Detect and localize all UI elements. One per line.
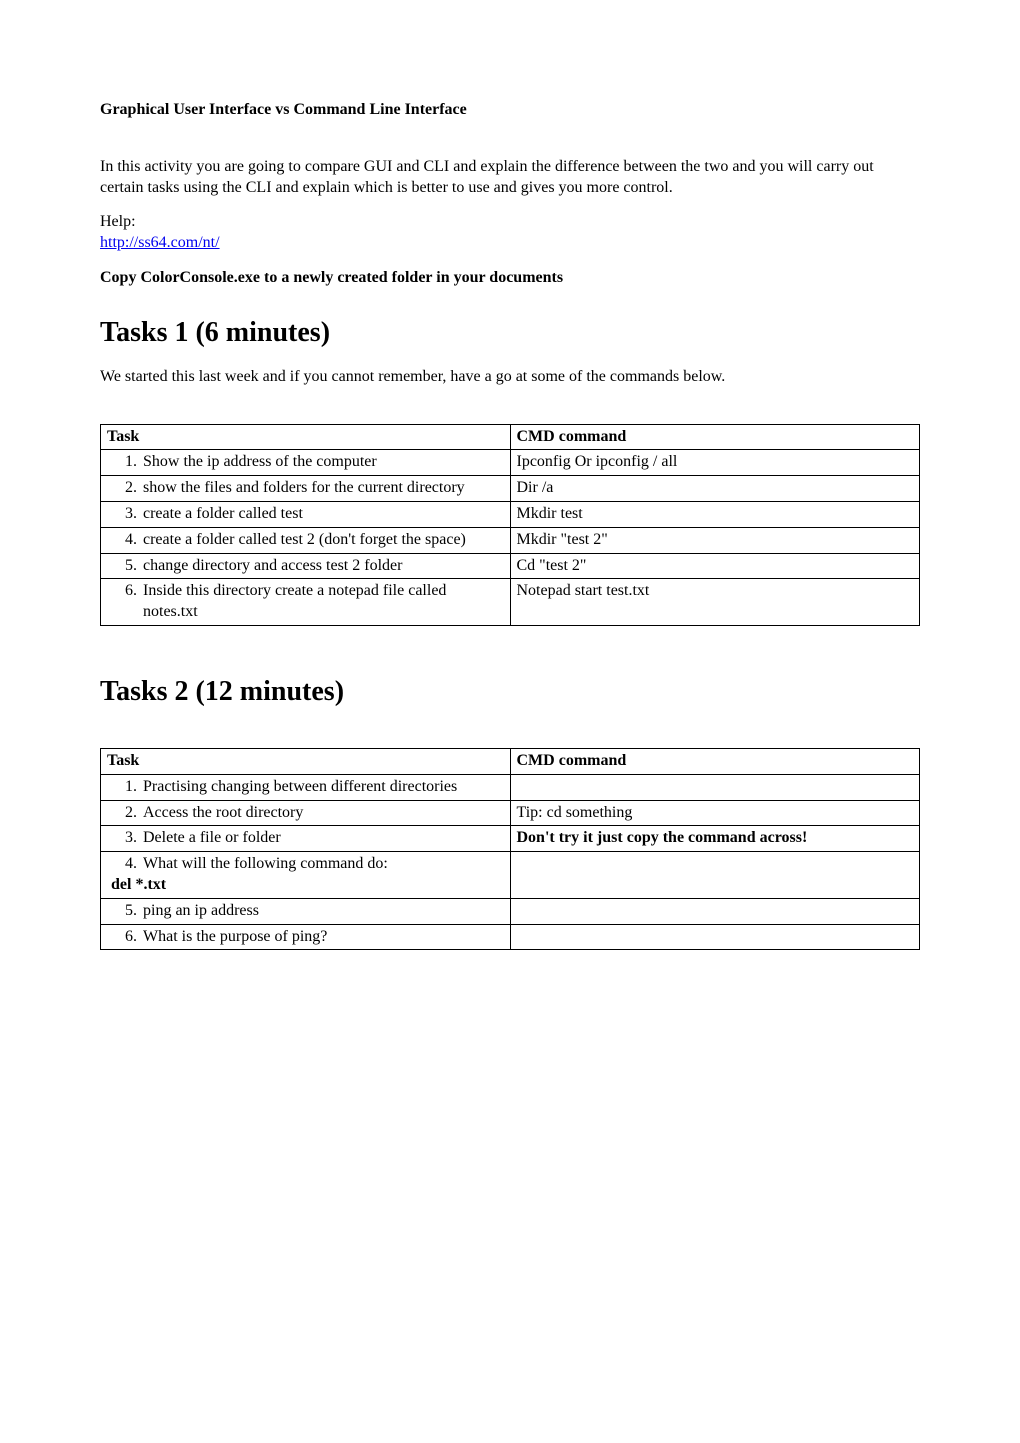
row-extra: del *.txt (107, 875, 504, 896)
table-row: 4.create a folder called test 2 (don't f… (101, 527, 920, 553)
row-cmd (510, 924, 920, 950)
row-task: Inside this directory create a notepad f… (143, 581, 504, 623)
row-cmd (510, 898, 920, 924)
row-num: 5. (107, 901, 143, 922)
row-task: What will the following command do: (143, 854, 504, 875)
row-num: 6. (107, 581, 143, 623)
row-cmd (510, 852, 920, 899)
table-row: 6.What is the purpose of ping? (101, 924, 920, 950)
row-cmd: Notepad start test.txt (510, 579, 920, 626)
table-row: 4.What will the following command do: de… (101, 852, 920, 899)
row-task: What is the purpose of ping? (143, 927, 504, 948)
row-task: Delete a file or folder (143, 828, 504, 849)
row-task: Access the root directory (143, 803, 504, 824)
row-num: 1. (107, 777, 143, 798)
row-cmd: Ipconfig Or ipconfig / all (510, 450, 920, 476)
row-task: ping an ip address (143, 901, 504, 922)
row-num: 3. (107, 828, 143, 849)
row-cmd: Mkdir "test 2" (510, 527, 920, 553)
row-num: 6. (107, 927, 143, 948)
help-label: Help: (100, 212, 920, 233)
table-row: 5.ping an ip address (101, 898, 920, 924)
table-header-cmd: CMD command (510, 748, 920, 774)
row-num: 2. (107, 478, 143, 499)
table-row: 1.Practising changing between different … (101, 774, 920, 800)
row-task: Show the ip address of the computer (143, 452, 504, 473)
tasks1-table: Task CMD command 1.Show the ip address o… (100, 424, 920, 626)
row-cmd: Dir /a (510, 476, 920, 502)
tasks1-intro: We started this last week and if you can… (100, 367, 920, 388)
row-cmd (510, 774, 920, 800)
table-header-task: Task (101, 424, 511, 450)
intro-paragraph: In this activity you are going to compar… (100, 157, 920, 199)
help-link[interactable]: http://ss64.com/nt/ (100, 234, 220, 251)
row-num: 3. (107, 504, 143, 525)
table-row: 6.Inside this directory create a notepad… (101, 579, 920, 626)
doc-heading: Graphical User Interface vs Command Line… (100, 100, 920, 121)
row-num: 2. (107, 803, 143, 824)
row-task: show the files and folders for the curre… (143, 478, 504, 499)
row-cmd: Don't try it just copy the command acros… (510, 826, 920, 852)
tasks2-title: Tasks 2 (12 minutes) (100, 676, 920, 708)
table-row: 2.Access the root directory Tip: cd some… (101, 800, 920, 826)
row-task: create a folder called test (143, 504, 504, 525)
tasks1-title: Tasks 1 (6 minutes) (100, 317, 920, 349)
row-task: change directory and access test 2 folde… (143, 556, 504, 577)
table-row: 1.Show the ip address of the computer Ip… (101, 450, 920, 476)
table-row: 2.show the files and folders for the cur… (101, 476, 920, 502)
row-task: Practising changing between different di… (143, 777, 504, 798)
row-cmd: Mkdir test (510, 501, 920, 527)
row-num: 1. (107, 452, 143, 473)
table-row: 3.create a folder called test Mkdir test (101, 501, 920, 527)
table-row: 5.change directory and access test 2 fol… (101, 553, 920, 579)
table-header-task: Task (101, 748, 511, 774)
row-cmd: Tip: cd something (510, 800, 920, 826)
table-row: 3.Delete a file or folder Don't try it j… (101, 826, 920, 852)
tasks2-table: Task CMD command 1.Practising changing b… (100, 748, 920, 950)
row-num: 5. (107, 556, 143, 577)
row-task: create a folder called test 2 (don't for… (143, 530, 504, 551)
table-header-cmd: CMD command (510, 424, 920, 450)
copy-instruction: Copy ColorConsole.exe to a newly created… (100, 268, 920, 289)
row-num: 4. (107, 530, 143, 551)
row-num: 4. (107, 854, 143, 875)
row-cmd: Cd "test 2" (510, 553, 920, 579)
